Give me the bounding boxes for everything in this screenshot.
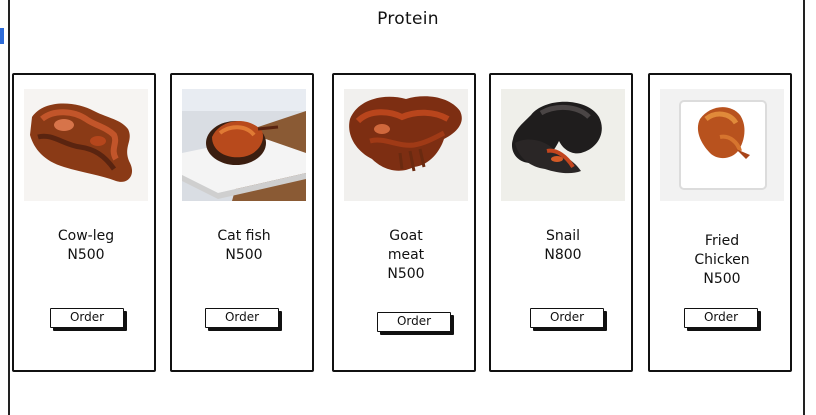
cat-fish-photo [182, 89, 306, 201]
product-name-line: Cow-leg [57, 228, 115, 244]
product-name-line: Cat fish [217, 228, 271, 244]
fried-chicken-photo [660, 89, 784, 201]
goat-meat-photo [344, 89, 468, 201]
product-info: Goat meat N500 [338, 227, 474, 284]
product-price: N500 [225, 247, 263, 263]
order-button-cat-fish[interactable]: Order [205, 308, 279, 328]
right-frame-border [803, 0, 805, 415]
product-price: N500 [703, 271, 741, 287]
cow-leg-photo [24, 89, 148, 201]
product-info: Cow-leg N500 [18, 227, 154, 265]
left-frame-marker [0, 28, 4, 44]
product-name-line: Fried [704, 233, 740, 249]
order-button-goat-meat[interactable]: Order [377, 312, 451, 332]
snail-photo [501, 89, 625, 201]
order-button-cow-leg[interactable]: Order [50, 308, 124, 328]
left-frame-border [8, 0, 10, 415]
product-name-line: meat [387, 247, 425, 263]
product-card-snail: Snail N800 Order [489, 73, 633, 372]
product-info: Snail N800 [495, 227, 631, 265]
order-button-snail[interactable]: Order [530, 308, 604, 328]
product-info: Fried Chicken N500 [654, 232, 790, 289]
product-card-goat-meat: Goat meat N500 Order [332, 73, 476, 372]
product-info: Cat fish N500 [176, 227, 312, 265]
product-card-cow-leg: Cow-leg N500 Order [12, 73, 156, 372]
product-price: N800 [544, 247, 582, 263]
page-title: Protein [377, 9, 439, 29]
order-button-fried-chicken[interactable]: Order [684, 308, 758, 328]
product-name-line: Chicken [694, 252, 750, 268]
product-name-line: Goat [389, 228, 423, 244]
product-card-fried-chicken: Fried Chicken N500 Order [648, 73, 792, 372]
product-card-cat-fish: Cat fish N500 Order [170, 73, 314, 372]
product-name-line: Snail [545, 228, 581, 244]
product-price: N500 [67, 247, 105, 263]
product-price: N500 [387, 266, 425, 282]
